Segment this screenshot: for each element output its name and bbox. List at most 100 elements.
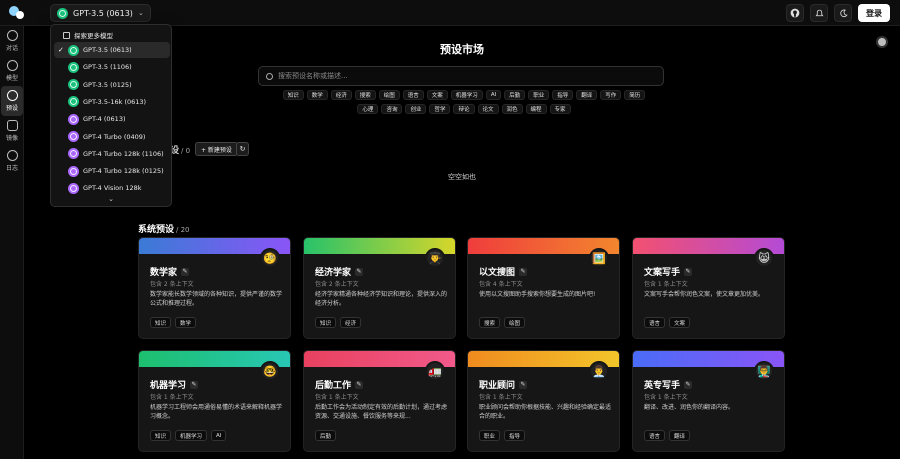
tag-chip[interactable]: 润色 [501,104,523,114]
tag-chip[interactable]: 搜索 [354,90,376,100]
tag-chip[interactable]: 论文 [477,104,499,114]
model-option-label: GPT-3.5-16k (0613) [83,97,147,106]
preset-tag: AI [211,430,227,441]
model-option[interactable]: GPT-3.5 (0125) [54,77,170,93]
preset-title-row: 文案写手 ✎ [644,265,693,278]
preset-card[interactable]: 👨‍🎓 经济学家 ✎ 包含 2 条上下文 经济学家精通各种经济学知识和理论，提供深入的经… [303,237,456,339]
chevron-down-icon[interactable]: ⌄ [51,195,171,203]
model-select-button[interactable]: GPT-3.5 (0613) ⌄ [50,4,151,22]
preset-tag: 指导 [504,430,526,441]
edit-icon[interactable]: ✎ [519,267,528,276]
edit-icon[interactable]: ✎ [355,380,364,389]
model-option[interactable]: GPT-4 Turbo (0409) [54,129,170,145]
top-bar: GPT-3.5 (0613) ⌄ 登录 [0,0,900,26]
search-input[interactable] [278,72,638,80]
tag-chip[interactable]: 辩论 [453,104,475,114]
openai-icon [68,61,79,73]
sidebar-item-label: 对话 [5,45,18,52]
preset-tag: 后勤 [315,430,337,441]
login-button[interactable]: 登录 [858,4,890,22]
preset-card[interactable]: 🧐 数学家 ✎ 包含 2 条上下文 数学家能长数学领域的各种知识，提供严谨的数学公式和推… [138,237,291,339]
tag-chip[interactable]: 职业 [528,90,550,100]
model-option-label: GPT-4 Turbo 128k (0125) [83,167,164,176]
preset-card[interactable]: 🤓 机器学习 ✎ 包含 1 条上下文 机器学习工程师会用通俗易懂的术语来解释机器学习概念… [138,350,291,452]
sidebar-item-logs[interactable]: 日志 [0,146,24,176]
tag-chip[interactable]: 编程 [525,104,547,114]
model-option-label: GPT-4 Turbo 128k (1106) [83,149,164,158]
tag-chip[interactable]: 咨询 [381,104,403,114]
edit-icon[interactable]: ✎ [181,267,190,276]
preset-description: 后勤工作会为活动制定有效的后勤计划，通过考虑资源、交通设施、餐饮服务等来规... [315,404,448,420]
model-option[interactable]: GPT-3.5-16k (0613) [54,94,170,110]
edit-icon[interactable]: ✎ [519,380,528,389]
openai-icon [68,165,79,177]
moon-icon[interactable] [834,4,852,22]
preset-title: 机器学习 [150,381,187,391]
preset-card[interactable]: 🚛 后勤工作 ✎ 包含 1 条上下文 后勤工作会为活动制定有效的后勤计划，通过考虑资源、… [303,350,456,452]
target-icon [6,60,18,71]
model-option[interactable]: GPT-4 Vision 128k [54,180,170,196]
preset-tag: 知识 [150,430,172,441]
model-option[interactable]: GPT-4 Turbo 128k (1106) [54,146,170,162]
sidebar-item-plugins[interactable]: 镜像 [0,116,24,146]
tag-chip[interactable]: 指导 [552,90,574,100]
preset-card[interactable]: 👨‍💼 职业顾问 ✎ 包含 1 条上下文 职业顾问会帮助你根据技能、兴趣和经验确定最适合… [467,350,620,452]
edit-icon[interactable]: ✎ [684,267,693,276]
sidebar-item-presets[interactable]: 预设 [1,86,23,116]
preset-tags: 知识 机器学习 AI [150,430,227,441]
github-icon[interactable] [786,4,804,22]
sidebar-item-chat[interactable]: 对话 [0,26,24,56]
search-bar[interactable] [258,66,664,86]
tag-chip[interactable]: 心理 [357,104,379,114]
preset-context-count: 包含 2 条上下文 [315,281,359,288]
model-option-label: GPT-4 Turbo (0409) [83,132,146,141]
preset-context-count: 包含 1 条上下文 [479,394,523,401]
model-option[interactable]: GPT-4 Turbo 128k (0125) [54,163,170,179]
tag-chip[interactable]: 哲学 [429,104,451,114]
preset-card[interactable]: 👨‍🏫 英专写手 ✎ 包含 1 条上下文 翻译、改进、润色你的翻译内容。 语言 翻译 [632,350,785,452]
model-option[interactable]: ✓ GPT-3.5 (0613) [54,42,170,58]
preset-tag: 语言 [644,430,666,441]
tag-chip[interactable]: 语言 [402,90,424,100]
explore-models-link[interactable]: 探索更多模型 [63,30,113,40]
tag-chip[interactable]: 专家 [549,104,571,114]
tag-chip[interactable]: 后勤 [504,90,526,100]
bell-icon[interactable] [810,4,828,22]
refresh-icon[interactable]: ↻ [236,142,249,156]
tag-chip[interactable]: 绘图 [378,90,400,100]
model-option[interactable]: GPT-3.5 (1106) [54,59,170,75]
edit-icon[interactable]: ✎ [684,380,693,389]
tag-chip[interactable]: 写作 [600,90,622,100]
preset-title-row: 后勤工作 ✎ [315,378,364,391]
sidebar-item-models[interactable]: 模型 [0,56,24,86]
tag-chip[interactable]: 简历 [624,90,646,100]
preset-title: 经济学家 [315,268,352,278]
model-option[interactable]: GPT-4 (0613) [54,111,170,127]
tag-chip[interactable]: 创业 [405,104,427,114]
tag-chip[interactable]: 文案 [426,90,448,100]
user-icon [6,90,18,101]
preset-tags: 知识 经济 [315,317,362,328]
tag-chip[interactable]: 知识 [282,90,304,100]
preset-card[interactable]: 😸 文案写手 ✎ 包含 1 条上下文 文案写手会帮你润色文案，使文章更加优美。 语言 文案 [632,237,785,339]
openai-icon [68,79,79,91]
tag-chip[interactable]: AI [485,90,502,100]
tag-row-1: 知识 数学 经济 搜索 绘图 语言 文案 机器学习 AI 后勤 职业 指导 翻译 写作 简历 [264,90,664,100]
edit-icon[interactable]: ✎ [355,267,364,276]
edit-icon[interactable]: ✎ [190,380,199,389]
preset-title: 数学家 [150,268,178,278]
tag-chip[interactable]: 经济 [330,90,352,100]
tag-chip[interactable]: 数学 [306,90,328,100]
preset-description: 翻译、改进、润色你的翻译内容。 [644,404,735,411]
tag-chip[interactable]: 机器学习 [450,90,483,100]
preset-context-count: 包含 1 条上下文 [644,281,688,288]
preset-tags: 后勤 [315,430,337,441]
sidebar-item-label: 预设 [5,105,18,112]
tag-chip[interactable]: 翻译 [576,90,598,100]
my-presets-heading: 设/ 0 [170,143,190,156]
new-preset-button[interactable]: + 新建预设 [195,142,238,156]
theme-toggle[interactable] [876,36,888,48]
preset-card[interactable]: 🖼️ 以文搜图 ✎ 包含 4 条上下文 使用以文搜图助手搜索你想要生成的图片吧! 搜索 绘图 [467,237,620,339]
system-presets-heading: 系统预设/ 20 [138,222,190,235]
app-logo[interactable] [9,6,27,20]
